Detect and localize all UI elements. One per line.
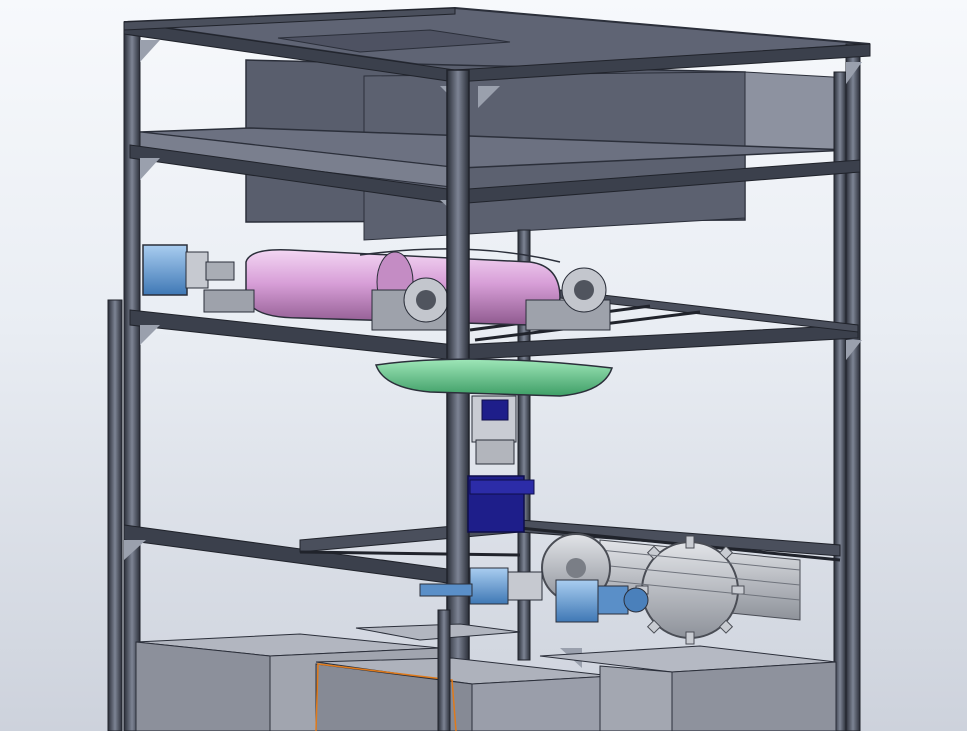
front-lower-post (437, 609, 451, 731)
gear-motor-right[interactable] (555, 579, 599, 623)
roller-motor[interactable] (142, 244, 188, 296)
gear-motor-left[interactable] (469, 567, 509, 605)
cad-model-render (0, 0, 967, 731)
cad-viewport[interactable] (0, 0, 967, 731)
